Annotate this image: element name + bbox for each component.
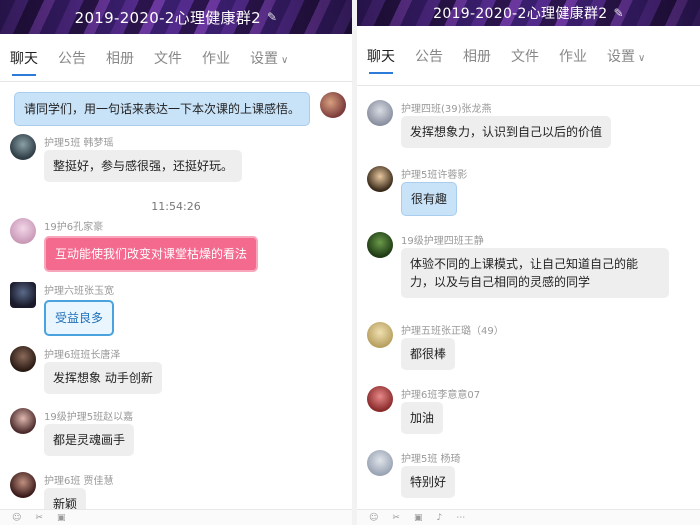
sender-name: 19护6孔家豪 [44,222,104,233]
avatar[interactable] [367,232,393,258]
tab-homework[interactable]: 作业 [559,40,587,72]
chevron-down-icon: ∨ [281,54,289,66]
avatar[interactable] [10,218,36,244]
tab-chat[interactable]: 聊天 [10,42,38,76]
sender-name: 护理6班班长唐泽 [44,350,121,361]
sender-name: 护理六班张玉宽 [44,286,114,297]
list-item: 19级护理5班赵以嘉 都是灵魂画手 [10,408,346,468]
sender-name: 19级护理四班王静 [401,236,484,247]
avatar[interactable] [10,346,36,372]
chat-window-right: 2019-2020-2心理健康群2 ✎ 聊天 公告 相册 文件 作业 设置 ∨ 护… [357,0,700,525]
input-toolbar: ☺ ✂ ▣ ♪ ⋯ [357,509,700,525]
sender-name: 护理5班许蓉影 [401,170,468,181]
toolbar-icon[interactable]: ▣ [57,513,66,523]
tab-settings[interactable]: 设置 ∨ [607,40,645,72]
tab-bar: 聊天 公告 相册 文件 作业 设置 ∨ [357,26,700,86]
message-bubble[interactable]: 发挥想象 动手创新 [44,362,162,394]
group-title: 2019-2020-2心理健康群2 [433,6,608,22]
avatar[interactable] [10,408,36,434]
group-title: 2019-2020-2心理健康群2 [74,8,261,27]
edit-icon[interactable]: ✎ [613,6,623,20]
list-item: 护理6班班长唐泽 发挥想象 动手创新 [10,346,346,406]
message-bubble[interactable]: 请同学们，用一句话来表达一下本次课的上课感悟。 [13,92,310,126]
sender-name: 护理6班李意意07 [401,390,481,401]
tab-announcement[interactable]: 公告 [58,42,86,74]
list-item: 19护6孔家豪 互动能使我们改变对课堂枯燥的看法 [10,218,346,278]
tab-files[interactable]: 文件 [511,40,539,72]
group-title-bar: 2019-2020-2心理健康群2 ✎ [0,0,352,34]
avatar[interactable] [367,166,393,192]
avatar[interactable] [320,92,346,118]
sender-name: 19级护理5班赵以嘉 [44,412,134,423]
list-item: 护理6班李意意07 加油 [367,386,694,446]
tab-bar: 聊天 公告 相册 文件 作业 设置 ∨ [0,34,352,82]
sender-name: 护理四班(39)张龙燕 [401,104,492,115]
tab-album[interactable]: 相册 [463,40,491,72]
sender-name: 护理5班 杨琦 [401,454,461,465]
avatar[interactable] [367,100,393,126]
tab-album[interactable]: 相册 [106,42,134,74]
sender-name: 护理5班 韩梦瑶 [44,138,114,149]
list-item: 护理六班张玉宽 受益良多 [10,282,346,342]
list-item: 护理四班(39)张龙燕 发挥想象力，认识到自己以后的价值 [367,100,694,160]
message-bubble[interactable]: 整挺好，参与感很强，还挺好玩。 [44,150,243,182]
message-bubble[interactable]: 都是灵魂画手 [44,424,135,456]
list-item: 护理5班 韩梦瑶 整挺好，参与感很强，还挺好玩。 [10,134,346,194]
sender-name: 护理6班 贾佳慧 [44,476,114,487]
list-item: 请同学们，用一句话来表达一下本次课的上课感悟。 [10,88,346,128]
input-toolbar: ☺ ✂ ▣ [0,509,352,525]
tab-settings-label: 设置 [607,48,635,65]
message-bubble[interactable]: 互动能使我们改变对课堂枯燥的看法 [44,236,259,272]
avatar[interactable] [10,472,36,498]
message-bubble[interactable]: 受益良多 [44,300,115,336]
tab-settings[interactable]: 设置 ∨ [250,42,288,74]
message-bubble[interactable]: 加油 [401,402,444,434]
edit-icon[interactable]: ✎ [267,10,277,24]
avatar[interactable] [367,450,393,476]
tab-files[interactable]: 文件 [154,42,182,74]
message-bubble[interactable]: 都很棒 [401,338,456,370]
list-item: 护理5班许蓉影 很有趣 [367,166,694,226]
message-bubble[interactable]: 发挥想象力，认识到自己以后的价值 [401,116,612,148]
chat-window-left: 2019-2020-2心理健康群2 ✎ 聊天 公告 相册 文件 作业 设置 ∨ 请… [0,0,352,525]
group-title-bar: 2019-2020-2心理健康群2 ✎ [357,0,700,26]
tab-chat[interactable]: 聊天 [367,40,395,74]
toolbar-icon[interactable]: ⋯ [456,513,465,523]
message-bubble[interactable]: 体验不同的上课模式，让自己知道自己的能力，以及与自己相同的灵感的同学 [401,248,669,298]
tab-settings-label: 设置 [250,50,278,67]
avatar[interactable] [10,134,36,160]
toolbar-icon[interactable]: ✂ [35,513,43,523]
toolbar-icon[interactable]: ♪ [436,513,442,523]
message-timestamp: 11:54:26 [151,200,201,213]
toolbar-icon[interactable]: ☺ [12,513,21,523]
message-bubble[interactable]: 特别好 [401,466,456,498]
list-item: 19级护理四班王静 体验不同的上课模式，让自己知道自己的能力，以及与自己相同的灵… [367,232,694,318]
tab-announcement[interactable]: 公告 [415,40,443,72]
avatar[interactable] [10,282,36,308]
toolbar-icon[interactable]: ▣ [414,513,423,523]
list-item: 护理5班 杨琦 特别好 [367,450,694,510]
list-item: 护理五班张正璐（49） 都很棒 [367,322,694,382]
sender-name: 护理五班张正璐（49） [401,326,504,337]
tab-homework[interactable]: 作业 [202,42,230,74]
avatar[interactable] [367,386,393,412]
avatar[interactable] [367,322,393,348]
toolbar-icon[interactable]: ✂ [392,513,400,523]
toolbar-icon[interactable]: ☺ [369,513,378,523]
chevron-down-icon: ∨ [638,52,646,64]
message-bubble[interactable]: 很有趣 [401,182,458,216]
